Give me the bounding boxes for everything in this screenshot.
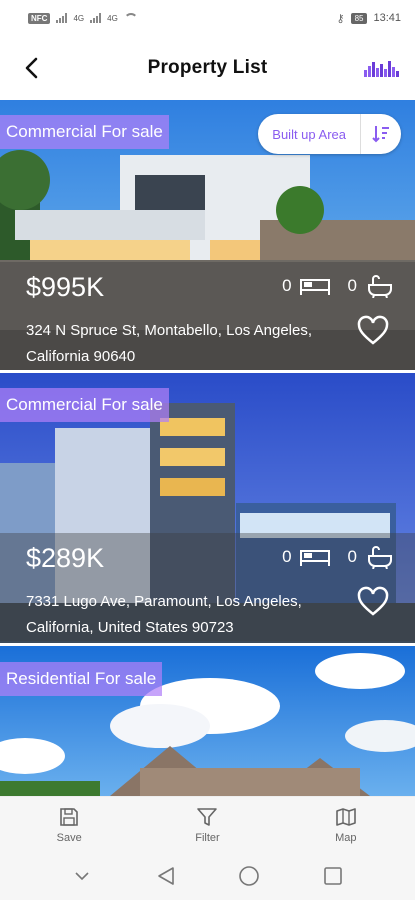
listing-stats: 0 0 xyxy=(282,545,395,569)
key-icon: ⚷ xyxy=(336,12,345,25)
heart-icon[interactable] xyxy=(357,586,389,618)
page-title: Property List xyxy=(147,57,268,78)
sort-descending-icon[interactable] xyxy=(361,114,401,154)
sim2-label: 4G xyxy=(107,13,118,23)
nfc-badge: NFC xyxy=(28,12,51,24)
listing-tag: Commercial For sale xyxy=(0,388,169,422)
clock: 13:41 xyxy=(373,12,401,24)
listing-price: $289K xyxy=(26,543,105,573)
save-icon xyxy=(60,807,78,826)
heart-icon[interactable] xyxy=(357,315,389,347)
save-button[interactable]: Save xyxy=(19,806,119,844)
bathtub-icon xyxy=(365,545,395,569)
signal-icon xyxy=(56,13,68,23)
map-label: Map xyxy=(335,831,357,844)
back-arrow-icon[interactable] xyxy=(18,54,46,82)
bottom-toolbar: Save Filter Map xyxy=(0,796,415,852)
nav-back-icon[interactable] xyxy=(152,862,180,890)
filter-icon xyxy=(197,807,218,826)
listing-address: 324 N Spruce St, Montabello, Los Angeles… xyxy=(26,322,313,365)
status-bar: NFC 4G 4G ⚷ 85 13:41 xyxy=(0,0,415,36)
hide-nav-icon[interactable] xyxy=(68,862,96,890)
listing-card[interactable]: Commercial For sale Built up Area $995K … xyxy=(0,100,415,370)
nav-home-icon[interactable] xyxy=(235,862,263,890)
nav-recents-icon[interactable] xyxy=(319,862,347,890)
sim1-label: 4G xyxy=(73,13,85,23)
save-label: Save xyxy=(56,831,82,844)
system-nav-bar xyxy=(0,852,415,900)
bath-count: 0 xyxy=(347,276,357,295)
app-header: Property List xyxy=(0,36,415,100)
signal-icon-2 xyxy=(90,13,102,23)
bathtub-icon xyxy=(365,274,395,298)
listing-card[interactable]: Residential For sale xyxy=(0,646,415,796)
bath-count: 0 xyxy=(347,547,357,566)
listing-tag: Commercial For sale xyxy=(0,115,169,149)
bed-icon xyxy=(299,274,330,298)
listing-address: 7331 Lugo Ave, Paramount, Los Angeles, C… xyxy=(26,593,302,636)
filter-button[interactable]: Filter xyxy=(157,806,257,844)
listing-tag: Residential For sale xyxy=(0,662,163,696)
bed-icon xyxy=(299,545,330,569)
sort-field-button[interactable]: Built up Area xyxy=(258,114,361,154)
map-icon xyxy=(336,807,356,826)
sort-control: Built up Area xyxy=(258,114,401,154)
filter-label: Filter xyxy=(195,831,220,844)
bed-count: 0 xyxy=(282,276,292,295)
listing-info: $289K 0 0 7331 Lugo Ave, Paramount, Los … xyxy=(0,533,415,641)
bed-count: 0 xyxy=(282,547,292,566)
listing-price: $995K xyxy=(26,272,105,302)
bar-chart-icon[interactable] xyxy=(363,58,401,78)
wifi-icon xyxy=(123,13,138,23)
listing-info: $995K 0 0 324 N Spruce St, Montabello, L… xyxy=(0,262,415,370)
listing-stats: 0 0 xyxy=(282,274,395,298)
battery-icon: 85 xyxy=(350,12,368,24)
listing-card[interactable]: Commercial For sale $289K 0 0 7331 Lugo … xyxy=(0,373,415,643)
map-button[interactable]: Map xyxy=(296,806,396,844)
